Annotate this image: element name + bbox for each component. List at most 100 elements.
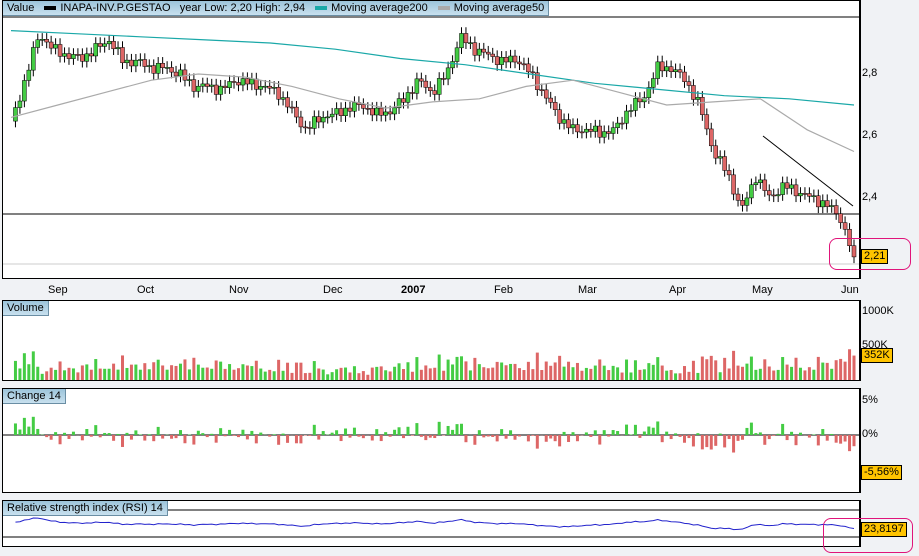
- candle: [552, 102, 558, 110]
- volume-bar: [384, 370, 388, 380]
- change-bar: [286, 435, 290, 443]
- candle: [84, 53, 90, 62]
- candle: [164, 67, 170, 69]
- change-bar: [830, 433, 834, 435]
- candle: [343, 107, 348, 116]
- volume-bar: [210, 368, 214, 380]
- change-bar: [575, 435, 579, 442]
- volume-bar: [281, 370, 285, 380]
- change-bar: [58, 435, 62, 445]
- candle: [521, 63, 527, 66]
- volume-bar: [468, 370, 472, 380]
- volume-bar: [330, 372, 334, 380]
- volume-bar: [170, 365, 174, 380]
- volume-bar: [277, 359, 281, 380]
- candle: [704, 114, 710, 130]
- volume-bar: [393, 366, 397, 380]
- candle: [758, 179, 763, 183]
- candle: [503, 57, 509, 63]
- candle: [320, 117, 326, 123]
- candle: [205, 83, 210, 87]
- change-bar: [732, 435, 736, 453]
- candle: [499, 57, 504, 65]
- candle: [13, 107, 18, 122]
- candle: [39, 39, 45, 41]
- candle: [802, 193, 808, 195]
- change-bar: [647, 426, 651, 435]
- volume-bar: [31, 351, 35, 380]
- volume-bar: [89, 369, 93, 380]
- candle: [588, 128, 594, 132]
- volume-bar: [602, 365, 606, 380]
- change-bar: [535, 435, 539, 449]
- volume-bar: [647, 363, 651, 380]
- candle: [459, 33, 464, 49]
- candle: [517, 61, 522, 65]
- volume-bar: [442, 370, 446, 380]
- change-bar: [125, 432, 129, 435]
- volume-bar: [736, 365, 740, 380]
- candle: [762, 179, 768, 191]
- change-bar: [410, 435, 414, 436]
- volume-bar: [80, 365, 84, 380]
- volume-bar: [531, 369, 535, 380]
- volume-chart: [13, 349, 856, 380]
- volume-bar: [196, 364, 200, 380]
- change-bar: [228, 429, 232, 435]
- change-bar: [116, 433, 120, 435]
- volume-bar: [580, 370, 584, 380]
- volume-bar: [633, 360, 637, 380]
- candle: [816, 195, 821, 208]
- volume-bar: [522, 370, 526, 380]
- candle: [97, 43, 103, 47]
- change-bar: [129, 435, 133, 440]
- candle: [17, 100, 23, 108]
- change-bar: [723, 435, 727, 448]
- volume-bar: [718, 372, 722, 380]
- volume-bar: [259, 368, 263, 380]
- volume-bar: [67, 367, 71, 380]
- volume-bar: [165, 369, 169, 380]
- volume-bar: [178, 363, 182, 380]
- volume-bar: [121, 355, 125, 380]
- volume-bar: [71, 368, 75, 380]
- change-bar: [446, 425, 450, 435]
- change-bar: [94, 425, 98, 435]
- volume-bar: [223, 368, 227, 380]
- highlight-rsi: [823, 518, 913, 553]
- change-bar: [749, 422, 753, 435]
- y-tick: 2,4: [862, 191, 878, 203]
- month-label: Oct: [137, 284, 155, 296]
- change-bar: [656, 421, 660, 435]
- volume-bar: [147, 369, 151, 380]
- change-bar: [143, 435, 147, 441]
- change-bar: [89, 435, 93, 437]
- change-bar: [80, 435, 84, 441]
- change-bar: [553, 435, 557, 442]
- volume-bar: [509, 363, 513, 380]
- change-bar: [812, 434, 816, 435]
- change-bar: [660, 435, 664, 443]
- candle: [798, 193, 803, 197]
- candle: [410, 92, 415, 94]
- candle: [753, 182, 759, 186]
- candle: [606, 131, 611, 134]
- y-tick: 0%: [862, 428, 878, 440]
- candle: [811, 195, 817, 197]
- volume-bar: [740, 366, 744, 380]
- candle: [93, 43, 98, 57]
- volume-bar: [558, 355, 562, 380]
- volume-bar: [214, 360, 218, 380]
- change-bar: [67, 435, 71, 439]
- candle: [89, 53, 94, 57]
- candle: [173, 71, 179, 77]
- volume-bar: [848, 349, 852, 380]
- volume-bar: [794, 357, 798, 380]
- candle: [209, 84, 214, 87]
- volume-bar: [370, 367, 374, 380]
- month-label: Dec: [323, 284, 343, 296]
- change-bar: [504, 435, 508, 439]
- change-bar: [250, 430, 254, 435]
- volume-bar: [433, 367, 437, 380]
- change-bar: [696, 433, 700, 435]
